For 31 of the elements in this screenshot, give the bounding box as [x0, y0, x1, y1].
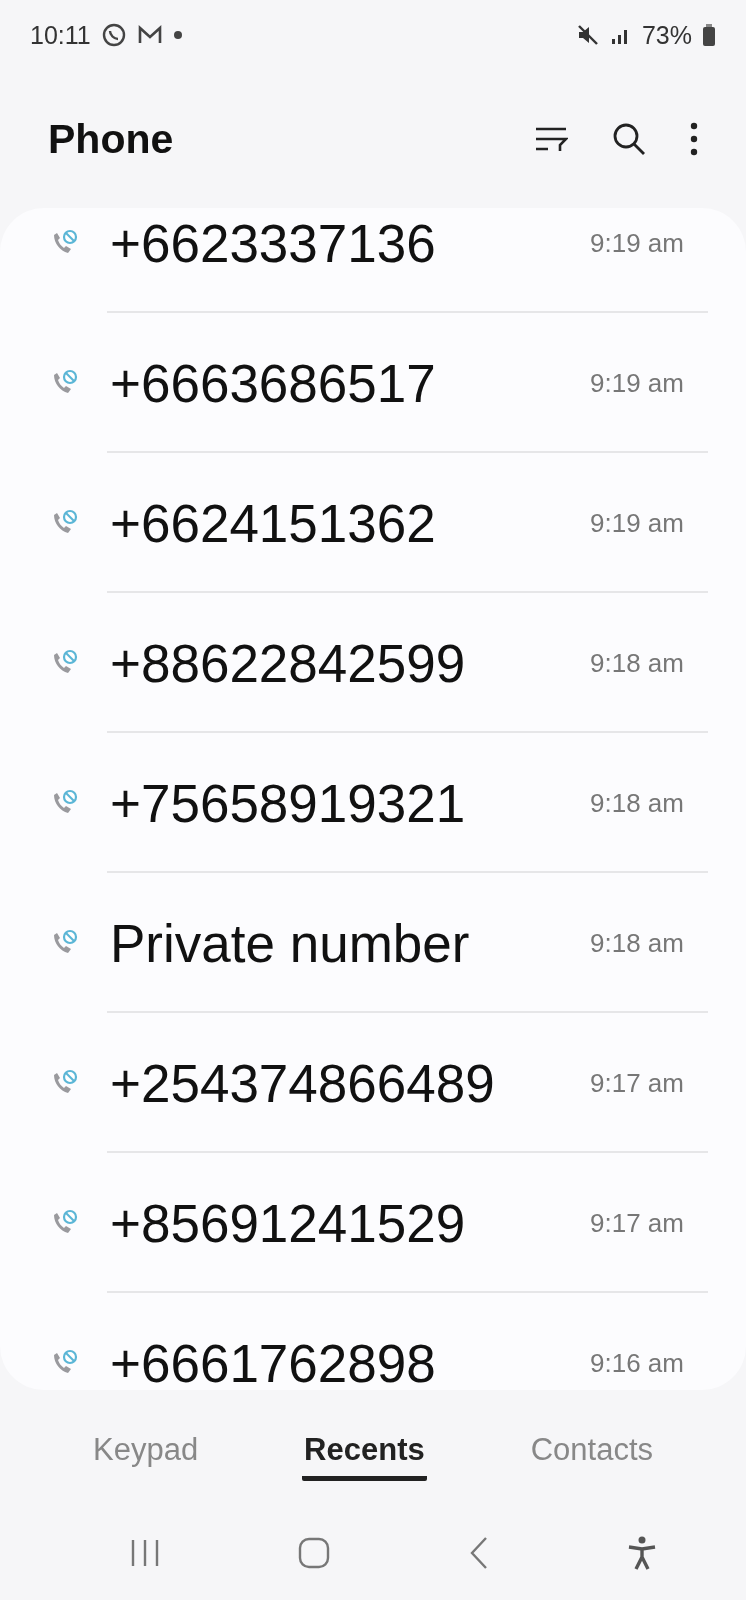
battery-level: 73% — [641, 20, 692, 50]
call-time: 9:19 am — [590, 507, 684, 539]
call-time: 9:19 am — [590, 367, 684, 399]
tab[interactable]: Recents — [302, 1424, 427, 1481]
mute-icon — [575, 23, 600, 47]
more-options-icon[interactable] — [690, 122, 698, 156]
call-time: 9:19 am — [590, 227, 684, 259]
phone-number[interactable]: +6661762898 — [110, 1332, 591, 1390]
phone-number[interactable]: +6663686517 — [110, 352, 591, 414]
clock-time: 10:11 — [30, 20, 91, 50]
call-time: 9:17 am — [590, 1067, 684, 1099]
phone-number[interactable]: +85691241529 — [110, 1192, 591, 1254]
phone-number[interactable]: +254374866489 — [110, 1052, 591, 1114]
call-time: 9:17 am — [590, 1207, 684, 1239]
phone-number[interactable]: +6624151362 — [110, 492, 591, 554]
search-icon[interactable] — [612, 122, 646, 156]
phone-number[interactable]: +6623337136 — [110, 212, 591, 274]
mail-icon — [136, 24, 163, 46]
call-time: 9:18 am — [590, 787, 684, 819]
call-time: 9:16 am — [590, 1347, 684, 1379]
dot-icon — [172, 30, 183, 40]
phone-number[interactable]: Private number — [110, 912, 591, 974]
battery-icon — [702, 23, 716, 47]
home-icon[interactable] — [298, 1536, 331, 1569]
chat-bubble-icon — [100, 22, 127, 48]
call-time: 9:18 am — [590, 647, 684, 679]
phone-number[interactable]: +75658919321 — [110, 772, 591, 834]
app-title: Phone — [48, 115, 175, 163]
accessibility-icon[interactable] — [627, 1535, 658, 1570]
call-time: 9:18 am — [590, 927, 684, 959]
phone-number[interactable]: +88622842599 — [110, 632, 591, 694]
